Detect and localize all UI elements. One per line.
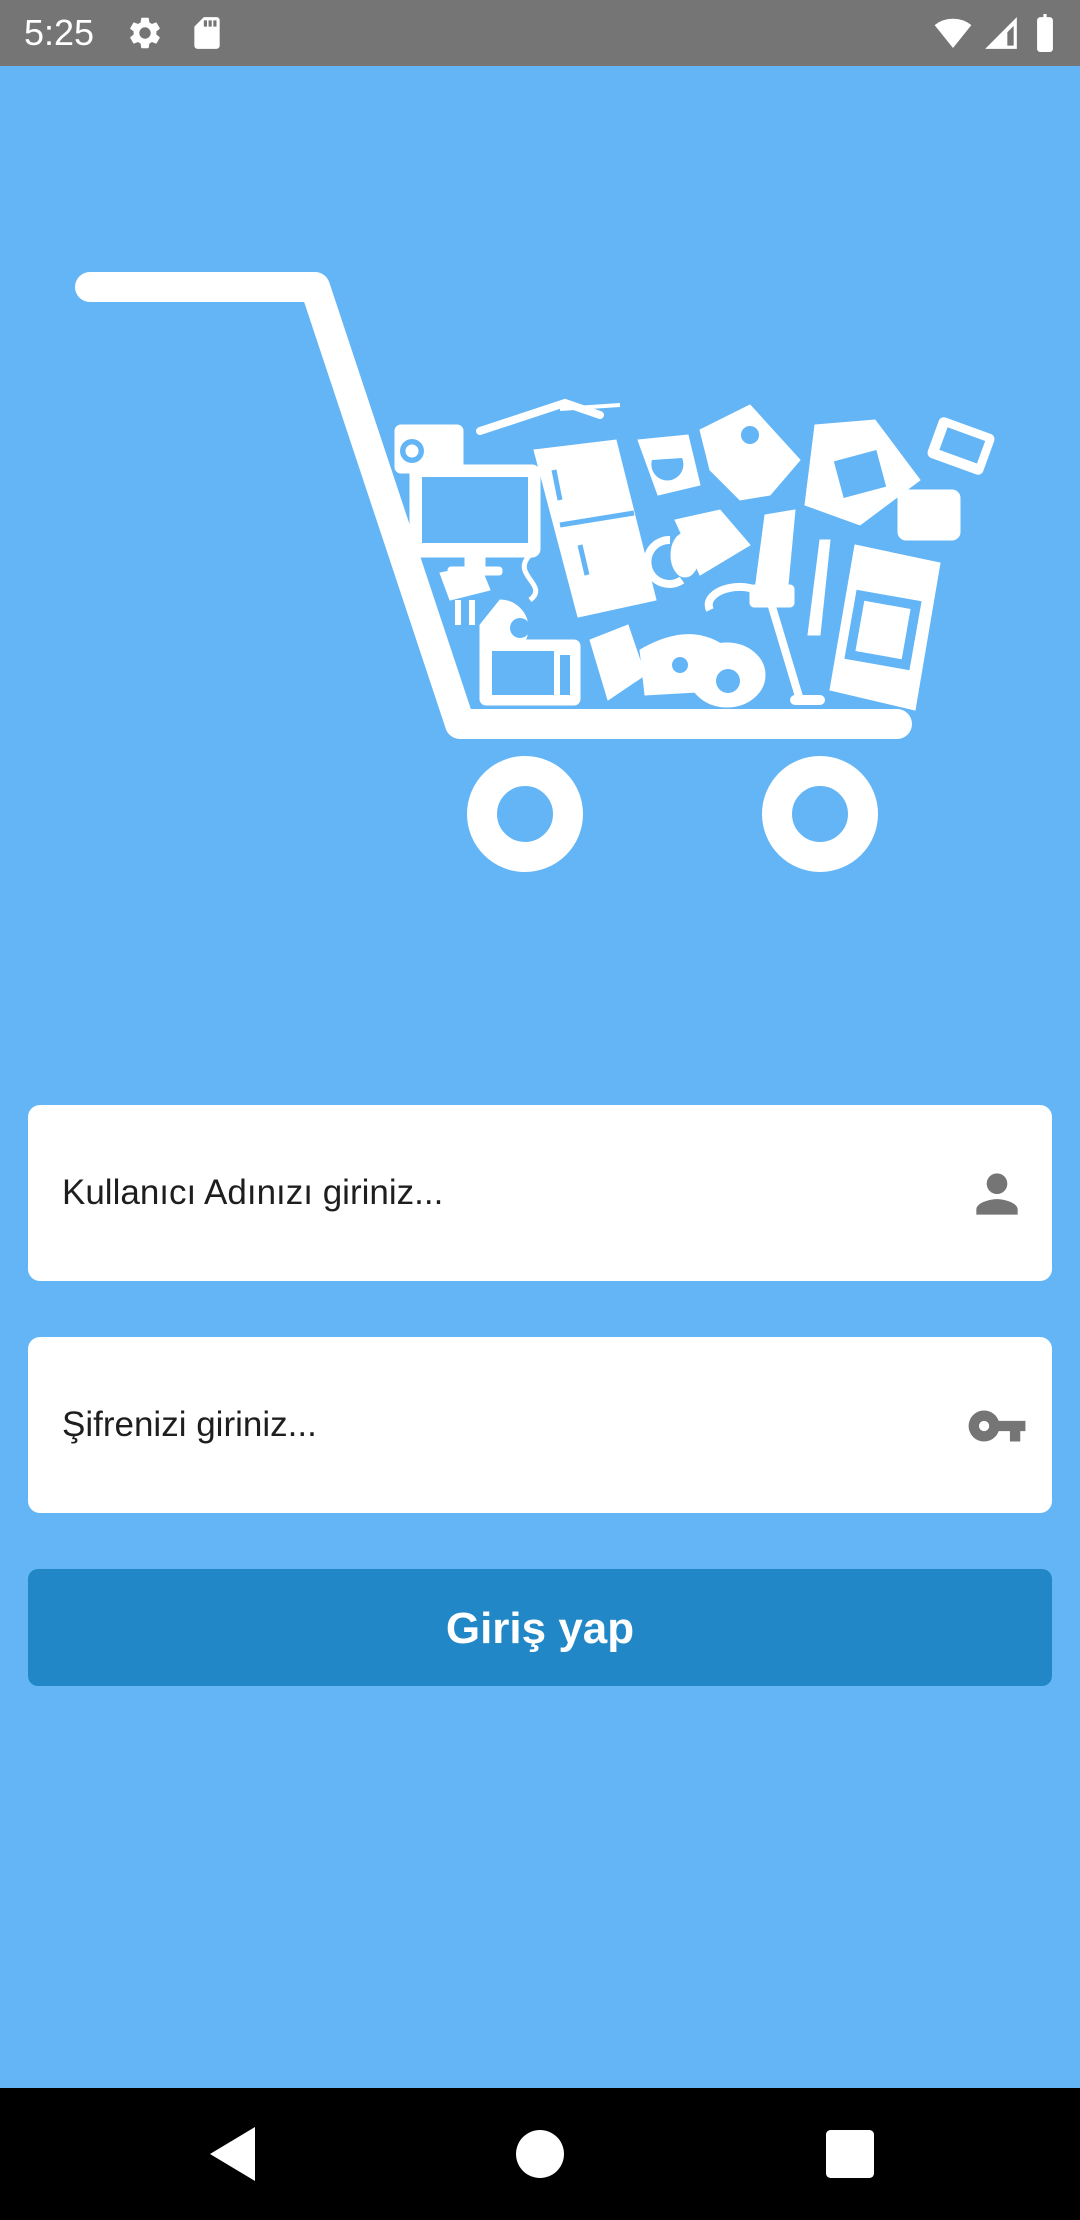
username-placeholder: Kullanıcı Adınızı giriniz... xyxy=(62,1173,444,1212)
password-placeholder: Şifrenizi giriniz... xyxy=(62,1405,317,1444)
gear-icon xyxy=(130,17,160,49)
cart-illustration xyxy=(60,255,1020,895)
username-field[interactable]: Kullanıcı Adınızı giriniz... xyxy=(28,1105,1052,1281)
sd-card-icon xyxy=(194,17,220,49)
shopping-cart-with-appliances-icon xyxy=(75,272,995,872)
cell-signal-icon xyxy=(985,17,1017,49)
key-icon xyxy=(968,1410,1026,1442)
person-icon xyxy=(976,1173,1018,1215)
login-screen: 5:25 Kullanıcı Adınızı giriniz... Şifren… xyxy=(0,0,1080,2220)
login-button[interactable]: Giriş yap xyxy=(28,1569,1052,1686)
back-icon[interactable] xyxy=(198,2118,270,2190)
password-field[interactable]: Şifrenizi giriniz... xyxy=(28,1337,1052,1513)
navigation-bar xyxy=(0,2088,1080,2220)
wifi-icon xyxy=(934,18,972,49)
home-icon[interactable] xyxy=(504,2118,576,2190)
status-bar: 5:25 xyxy=(0,0,1080,66)
recents-icon[interactable] xyxy=(814,2118,886,2190)
battery-icon xyxy=(1037,14,1053,52)
status-time: 5:25 xyxy=(24,12,95,53)
